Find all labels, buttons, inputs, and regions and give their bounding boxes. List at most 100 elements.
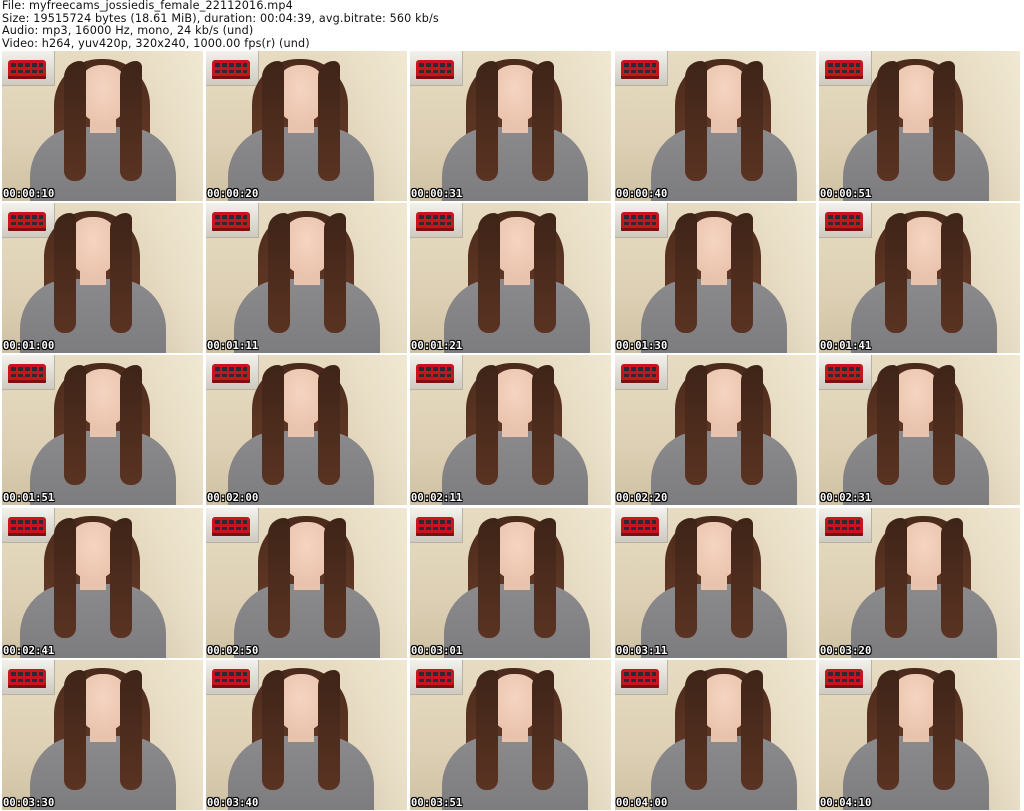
hair-strand-left [53, 518, 76, 638]
frame-timestamp: 00:01:00 [3, 340, 55, 352]
hair-strand-right [317, 670, 340, 790]
hair-strand-left [884, 518, 907, 638]
hair-strand-right [317, 365, 340, 485]
person-figure [831, 666, 1001, 810]
file-name-line: File: myfreecams_jossiedis_female_221120… [2, 0, 293, 12]
video-frame-thumbnail: 00:00:20 [206, 51, 407, 201]
hair-strand-right [531, 365, 554, 485]
frame-timestamp: 00:00:10 [3, 188, 55, 200]
hair-strand-left [475, 365, 498, 485]
hair-strand-left [884, 213, 907, 333]
hair-strand-left [674, 518, 697, 638]
person-figure [216, 361, 386, 505]
hair-strand-left [477, 213, 500, 333]
person-figure [839, 514, 1009, 658]
person-figure [18, 666, 188, 810]
frame-timestamp: 00:03:01 [411, 645, 463, 657]
hair-strand-left [261, 670, 284, 790]
video-frame-thumbnail: 00:03:11 [615, 508, 816, 658]
hair-strand-right [730, 213, 753, 333]
frame-timestamp: 00:02:00 [207, 492, 259, 504]
person-figure [216, 57, 386, 201]
frame-timestamp: 00:03:30 [3, 797, 55, 809]
hair-strand-right [531, 61, 554, 181]
frame-timestamp: 00:03:20 [820, 645, 872, 657]
hair-strand-right [119, 365, 142, 485]
person-figure [8, 209, 178, 353]
video-frame-thumbnail: 00:02:00 [206, 355, 407, 505]
hair-strand-right [533, 518, 556, 638]
hair-strand-right [740, 365, 763, 485]
hair-strand-right [119, 670, 142, 790]
frame-timestamp: 00:00:20 [207, 188, 259, 200]
grey-top [850, 584, 997, 658]
hair-strand-left [261, 61, 284, 181]
video-frame-thumbnail: 00:03:30 [2, 660, 203, 810]
person-figure [432, 514, 602, 658]
frame-timestamp: 00:00:31 [411, 188, 463, 200]
video-frame-thumbnail: 00:00:10 [2, 51, 203, 201]
video-frame-thumbnail: 00:01:41 [819, 203, 1020, 353]
person-figure [430, 361, 600, 505]
person-figure [629, 514, 799, 658]
grey-top [441, 127, 588, 201]
person-figure [839, 209, 1009, 353]
video-frame-thumbnail: 00:00:40 [615, 51, 816, 201]
frame-timestamp: 00:02:20 [616, 492, 668, 504]
video-info-line: Video: h264, yuv420p, 320x240, 1000.00 f… [2, 36, 310, 50]
person-figure [18, 361, 188, 505]
hair-strand-right [940, 213, 963, 333]
hair-strand-left [876, 670, 899, 790]
grey-top [650, 736, 797, 810]
video-frame-thumbnail: 00:01:51 [2, 355, 203, 505]
person-figure [831, 57, 1001, 201]
person-figure [432, 209, 602, 353]
video-frame-thumbnail: 00:03:51 [410, 660, 611, 810]
frame-timestamp: 00:01:51 [3, 492, 55, 504]
hair-strand-right [932, 670, 955, 790]
video-frame-thumbnail: 00:02:20 [615, 355, 816, 505]
hair-strand-left [876, 61, 899, 181]
thumbnail-grid: 00:00:10 00:00:20 00:00:31 00:00:40 00:00:51… [2, 51, 1022, 811]
video-frame-thumbnail: 00:03:01 [410, 508, 611, 658]
grey-top [441, 736, 588, 810]
hair-strand-left [477, 518, 500, 638]
grey-top [441, 431, 588, 505]
frame-timestamp: 00:01:21 [411, 340, 463, 352]
person-figure [222, 209, 392, 353]
hair-strand-right [932, 365, 955, 485]
hair-strand-left [684, 365, 707, 485]
hair-strand-left [674, 213, 697, 333]
grey-top [650, 127, 797, 201]
video-frame-thumbnail: 00:02:41 [2, 508, 203, 658]
person-figure [831, 361, 1001, 505]
video-frame-thumbnail: 00:02:11 [410, 355, 611, 505]
frame-timestamp: 00:00:40 [616, 188, 668, 200]
hair-strand-left [267, 213, 290, 333]
hair-strand-right [119, 61, 142, 181]
frame-timestamp: 00:01:30 [616, 340, 668, 352]
frame-timestamp: 00:01:41 [820, 340, 872, 352]
person-figure [639, 57, 809, 201]
person-figure [629, 209, 799, 353]
person-figure [18, 57, 188, 201]
hair-strand-right [323, 213, 346, 333]
hair-strand-left [684, 670, 707, 790]
hair-strand-right [323, 518, 346, 638]
hair-strand-left [267, 518, 290, 638]
hair-strand-right [940, 518, 963, 638]
frame-timestamp: 00:04:10 [820, 797, 872, 809]
hair-strand-right [932, 61, 955, 181]
hair-strand-right [730, 518, 753, 638]
grey-top [650, 431, 797, 505]
video-frame-thumbnail: 00:03:40 [206, 660, 407, 810]
frame-timestamp: 00:00:51 [820, 188, 872, 200]
video-frame-thumbnail: 00:00:51 [819, 51, 1020, 201]
grey-top [443, 584, 590, 658]
hair-strand-right [317, 61, 340, 181]
video-frame-thumbnail: 00:01:21 [410, 203, 611, 353]
hair-strand-left [53, 213, 76, 333]
grey-top [850, 279, 997, 353]
person-figure [222, 514, 392, 658]
video-frame-thumbnail: 00:04:00 [615, 660, 816, 810]
